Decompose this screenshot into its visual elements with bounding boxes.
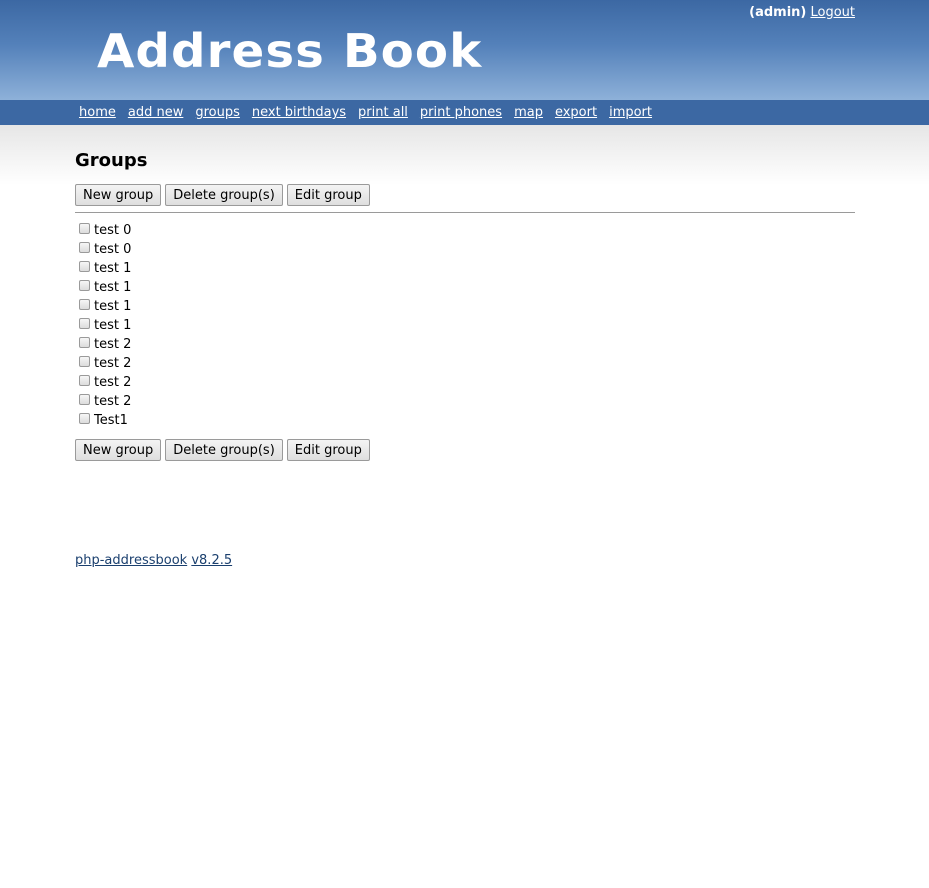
- group-label: test 1: [94, 299, 132, 314]
- list-item: test 2: [79, 354, 855, 373]
- list-item: test 0: [79, 240, 855, 259]
- username-label: (admin): [749, 5, 807, 20]
- app-link[interactable]: php-addressbook: [75, 553, 187, 568]
- nav-map[interactable]: map: [514, 105, 543, 120]
- logo: Address Book: [97, 24, 483, 78]
- group-checkbox[interactable]: [79, 299, 90, 310]
- user-box: (admin) Logout: [749, 5, 855, 20]
- delete-groups-button[interactable]: Delete group(s): [165, 184, 283, 206]
- nav-home[interactable]: home: [79, 105, 116, 120]
- group-checkbox[interactable]: [79, 261, 90, 272]
- nav-import[interactable]: import: [609, 105, 652, 120]
- list-item: test 1: [79, 316, 855, 335]
- group-checkbox[interactable]: [79, 413, 90, 424]
- list-item: test 2: [79, 373, 855, 392]
- list-item: test 1: [79, 278, 855, 297]
- group-checkbox[interactable]: [79, 223, 90, 234]
- nav-add-new[interactable]: add new: [128, 105, 183, 120]
- nav-groups[interactable]: groups: [195, 105, 240, 120]
- group-label: test 1: [94, 318, 132, 333]
- page-title: Groups: [75, 150, 148, 171]
- group-label: Test1: [94, 413, 128, 428]
- group-label: test 0: [94, 223, 132, 238]
- group-actions-top: New group Delete group(s) Edit group: [75, 184, 855, 206]
- version-link[interactable]: v8.2.5: [191, 553, 232, 568]
- divider: [75, 212, 855, 213]
- nav-next-birthdays[interactable]: next birthdays: [252, 105, 346, 120]
- delete-groups-button[interactable]: Delete group(s): [165, 439, 283, 461]
- header: (admin) Logout Address Book: [0, 0, 929, 100]
- logout-link[interactable]: Logout: [810, 5, 855, 20]
- group-label: test 0: [94, 242, 132, 257]
- group-list: test 0 test 0 test 1 test 1 test 1 test …: [75, 221, 855, 430]
- edit-group-button[interactable]: Edit group: [286, 439, 370, 461]
- list-item: test 1: [79, 297, 855, 316]
- main-content: Groups New group Delete group(s) Edit gr…: [75, 125, 855, 568]
- list-item: Test1: [79, 411, 855, 430]
- list-item: test 2: [79, 335, 855, 354]
- group-checkbox[interactable]: [79, 356, 90, 367]
- group-actions-bottom: New group Delete group(s) Edit group: [75, 439, 855, 461]
- group-label: test 2: [94, 356, 132, 371]
- list-item: test 1: [79, 259, 855, 278]
- group-label: test 2: [94, 375, 132, 390]
- group-checkbox[interactable]: [79, 337, 90, 348]
- new-group-button[interactable]: New group: [75, 439, 162, 461]
- footer: php-addressbook v8.2.5: [75, 553, 855, 568]
- group-label: test 1: [94, 261, 132, 276]
- nav-print-all[interactable]: print all: [358, 105, 408, 120]
- group-checkbox[interactable]: [79, 375, 90, 386]
- main-nav: home add new groups next birthdays print…: [0, 100, 929, 125]
- nav-print-phones[interactable]: print phones: [420, 105, 502, 120]
- group-checkbox[interactable]: [79, 318, 90, 329]
- group-label: test 2: [94, 337, 132, 352]
- list-item: test 0: [79, 221, 855, 240]
- group-checkbox[interactable]: [79, 242, 90, 253]
- group-label: test 1: [94, 280, 132, 295]
- group-label: test 2: [94, 394, 132, 409]
- edit-group-button[interactable]: Edit group: [286, 184, 370, 206]
- group-checkbox[interactable]: [79, 394, 90, 405]
- group-checkbox[interactable]: [79, 280, 90, 291]
- new-group-button[interactable]: New group: [75, 184, 162, 206]
- nav-export[interactable]: export: [555, 105, 597, 120]
- list-item: test 2: [79, 392, 855, 411]
